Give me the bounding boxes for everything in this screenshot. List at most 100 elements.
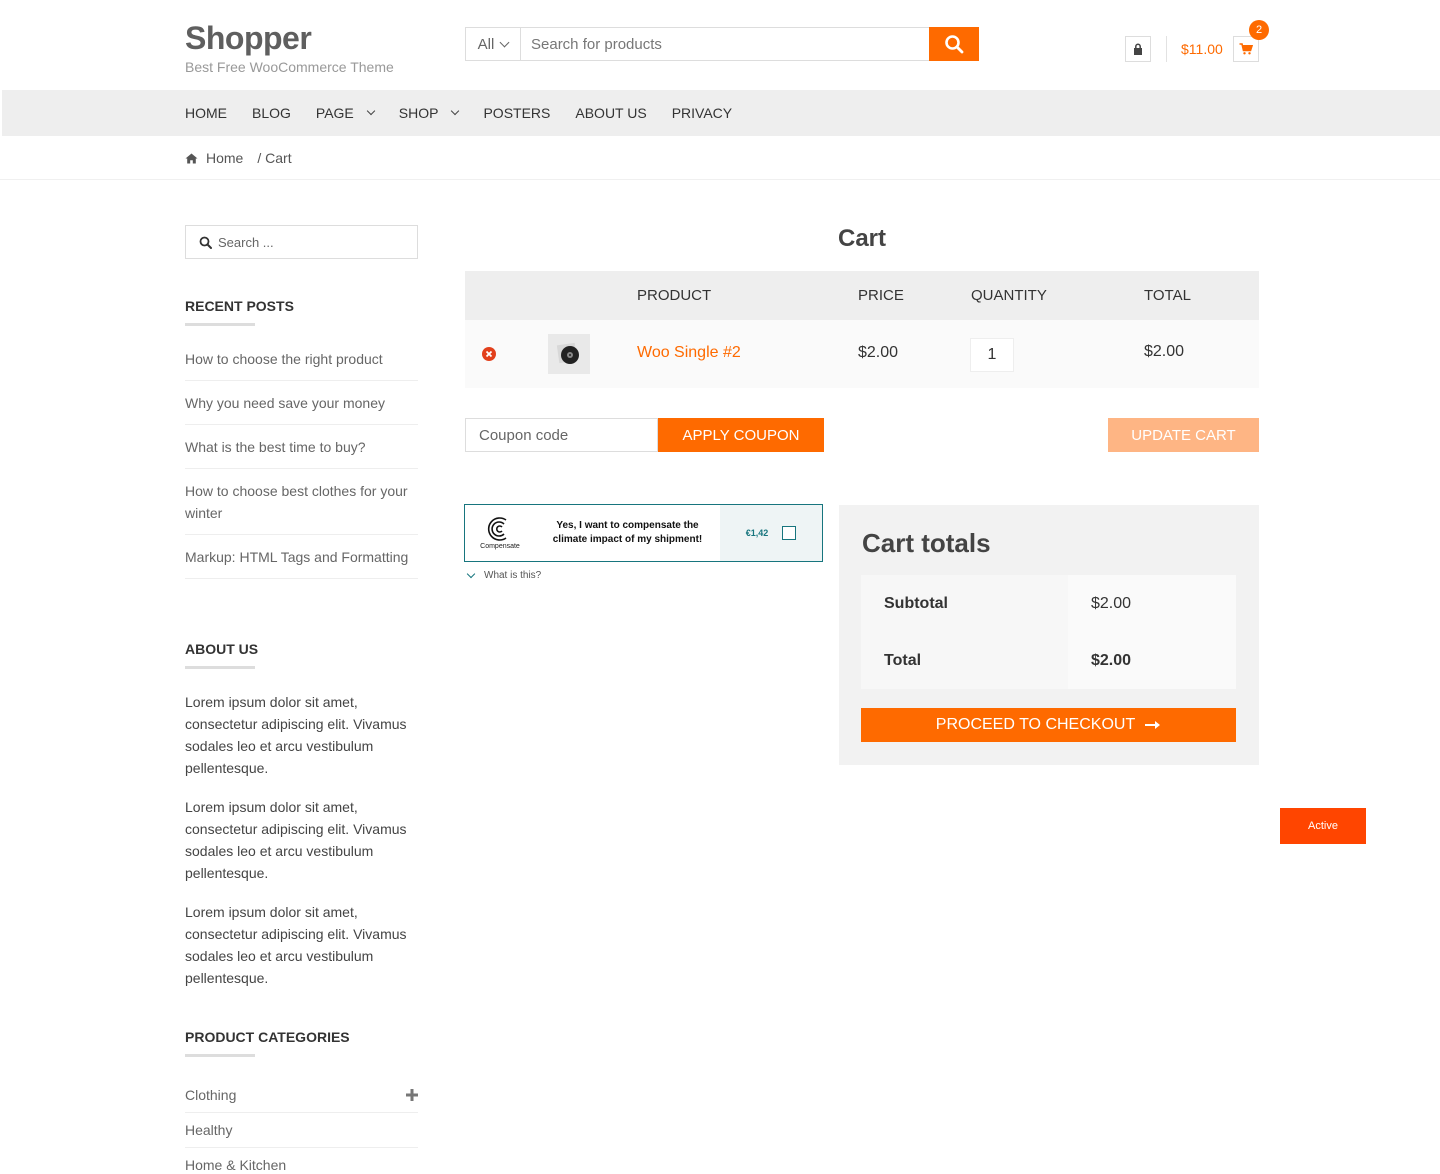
- item-price: $2.00: [858, 344, 899, 361]
- product-thumbnail[interactable]: [548, 334, 590, 374]
- search-button[interactable]: [929, 27, 979, 61]
- nav-label: HOME: [185, 105, 227, 121]
- product-search-form: All: [465, 27, 979, 61]
- recent-posts-list: How to choose the right product Why you …: [185, 337, 418, 579]
- compensate-logo-text: Compensate: [480, 543, 520, 550]
- category-item-clothing[interactable]: Clothing: [185, 1077, 418, 1113]
- compensate-logo-icon: [487, 517, 507, 541]
- coupon-code-input[interactable]: [465, 418, 658, 452]
- nav-page[interactable]: PAGE: [315, 105, 376, 121]
- about-us-title: ABOUT US: [185, 641, 259, 657]
- recent-post-link[interactable]: Markup: HTML Tags and Formatting: [185, 535, 418, 579]
- recent-post-link[interactable]: What is the best time to buy?: [185, 425, 418, 469]
- account-button[interactable]: [1125, 36, 1151, 62]
- vinyl-record-icon: [556, 342, 579, 364]
- cart-count-badge: 2: [1249, 20, 1269, 40]
- subtotal-label: Subtotal: [861, 575, 1068, 632]
- search-category-select[interactable]: All: [466, 28, 521, 60]
- recent-post-link[interactable]: How to choose best clothes for your wint…: [185, 469, 418, 535]
- category-label: Home & Kitchen: [185, 1157, 287, 1173]
- breadcrumb-divider: [0, 179, 1440, 180]
- breadcrumb-current: / Cart: [257, 150, 292, 166]
- about-paragraph: Lorem ipsum dolor sit amet, consectetur …: [185, 694, 407, 776]
- proceed-to-checkout-button[interactable]: PROCEED TO CHECKOUT: [861, 708, 1236, 742]
- recent-post-link[interactable]: Why you need save your money: [185, 381, 418, 425]
- lock-icon: [1134, 43, 1142, 55]
- remove-item-button[interactable]: [482, 347, 496, 361]
- nav-label: BLOG: [252, 105, 291, 121]
- nav-label: SHOP: [398, 105, 439, 121]
- page-title: Cart: [837, 225, 886, 252]
- expand-plus-icon[interactable]: [406, 1088, 418, 1101]
- nav-label: ABOUT US: [575, 105, 647, 121]
- header-divider: [1166, 36, 1167, 62]
- chevron-down-icon: [499, 37, 510, 47]
- status-badge[interactable]: Active: [1280, 808, 1366, 844]
- category-label: Clothing: [185, 1086, 237, 1103]
- product-search-input[interactable]: [521, 28, 929, 60]
- sidebar-search-input[interactable]: [218, 234, 408, 250]
- header-cart-button[interactable]: [1233, 36, 1259, 62]
- what-is-this-toggle[interactable]: What is this?: [466, 569, 542, 581]
- column-header-quantity: QUANTITY: [971, 287, 1047, 304]
- nav-posters[interactable]: POSTERS: [483, 105, 550, 121]
- search-icon: [945, 35, 964, 54]
- cart-icon: [1239, 43, 1253, 55]
- close-icon: [485, 350, 493, 358]
- about-paragraph: Lorem ipsum dolor sit amet, consectetur …: [185, 799, 407, 881]
- compensate-price: €1,42: [745, 528, 769, 538]
- product-categories-title: PRODUCT CATEGORIES: [185, 1029, 350, 1045]
- apply-coupon-button[interactable]: APPLY COUPON: [658, 418, 824, 452]
- total-value: $2.00: [1068, 632, 1236, 689]
- compensate-checkbox[interactable]: [782, 526, 797, 540]
- compensate-widget: Compensate Yes, I want to compensate the…: [464, 504, 823, 562]
- nav-label: POSTERS: [483, 105, 551, 121]
- widget-underline: [185, 1054, 255, 1057]
- nav-label: PRIVACY: [671, 105, 733, 121]
- item-total: $2.00: [1144, 343, 1185, 360]
- column-header-price: PRICE: [858, 287, 904, 304]
- update-cart-button[interactable]: UPDATE CART: [1108, 418, 1259, 452]
- recent-post-link[interactable]: How to choose the right product: [185, 337, 418, 381]
- compensate-logo: Compensate: [465, 505, 535, 561]
- sidebar-search: [185, 225, 418, 259]
- nav-shop[interactable]: SHOP: [398, 105, 460, 121]
- widget-underline: [185, 666, 255, 669]
- category-item-home-kitchen[interactable]: Home & Kitchen: [185, 1147, 418, 1174]
- category-item-healthy[interactable]: Healthy: [185, 1112, 418, 1148]
- total-row: Total $2.00: [861, 632, 1236, 689]
- main-nav: HOME BLOG PAGE SHOP POSTERS ABOUT US PRI…: [185, 90, 757, 136]
- cart-totals-title: Cart totals: [862, 528, 991, 558]
- nav-home[interactable]: HOME: [185, 105, 227, 121]
- column-header-product: PRODUCT: [637, 287, 712, 304]
- breadcrumb: Home / Cart: [185, 149, 292, 167]
- search-icon: [199, 236, 212, 249]
- compensate-message: Yes, I want to compensate the climate im…: [552, 520, 703, 545]
- product-name-link[interactable]: Woo Single #2: [637, 344, 741, 362]
- quantity-input[interactable]: [970, 338, 1014, 372]
- arrow-right-icon: [1145, 721, 1161, 729]
- site-tagline: Best Free WooCommerce Theme: [185, 59, 394, 75]
- about-paragraph: Lorem ipsum dolor sit amet, consectetur …: [185, 904, 407, 986]
- chevron-down-icon: [451, 106, 460, 116]
- search-category-value: All: [477, 35, 495, 53]
- subtotal-value: $2.00: [1068, 575, 1236, 632]
- total-label: Total: [861, 632, 1068, 689]
- nav-label: PAGE: [315, 105, 354, 121]
- breadcrumb-home-link[interactable]: Home: [206, 150, 243, 166]
- compensate-price-panel: €1,42: [720, 505, 822, 561]
- nav-about-us[interactable]: ABOUT US: [575, 105, 646, 121]
- recent-posts-title: RECENT POSTS: [185, 298, 294, 314]
- chevron-down-icon: [366, 106, 376, 116]
- category-label: Healthy: [185, 1121, 233, 1138]
- checkout-label: PROCEED TO CHECKOUT: [935, 716, 1136, 733]
- subtotal-row: Subtotal $2.00: [861, 575, 1236, 632]
- what-is-this-label: What is this?: [484, 570, 542, 581]
- home-icon: [185, 153, 198, 163]
- header-cart-amount[interactable]: $11.00: [1181, 41, 1223, 57]
- widget-underline: [185, 323, 255, 326]
- chevron-down-icon: [466, 569, 476, 579]
- nav-privacy[interactable]: PRIVACY: [672, 105, 732, 121]
- nav-blog[interactable]: BLOG: [252, 105, 291, 121]
- site-title[interactable]: Shopper: [185, 20, 312, 57]
